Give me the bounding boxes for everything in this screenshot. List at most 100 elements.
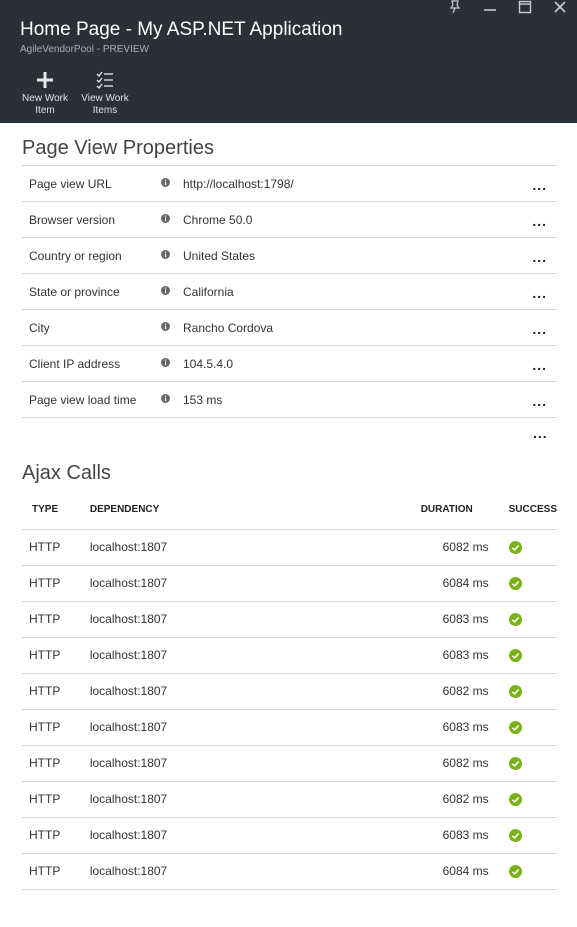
- cell-success: [488, 781, 557, 818]
- cell-success: [488, 565, 557, 602]
- close-button[interactable]: [542, 0, 577, 14]
- cell-success: [488, 745, 557, 782]
- property-more-button[interactable]: ...: [532, 250, 547, 264]
- column-header-duration[interactable]: DURATION: [388, 491, 489, 530]
- property-row: City Rancho Cordova...: [22, 310, 557, 346]
- table-row[interactable]: HTTP localhost:1807 6083 ms: [22, 637, 557, 674]
- success-check-icon: [508, 541, 522, 555]
- cell-success: [488, 853, 557, 890]
- property-name: Page view load time: [29, 393, 137, 407]
- property-name: Page view URL: [29, 177, 112, 191]
- cell-type: HTTP: [22, 817, 90, 854]
- ajax-calls-table: TYPE DEPENDENCY DURATION SUCCESS HTTP loc…: [22, 491, 557, 890]
- column-header-dependency[interactable]: DEPENDENCY: [89, 491, 389, 530]
- cell-success: [488, 601, 557, 638]
- cell-type: HTTP: [22, 745, 90, 782]
- property-value: United States: [183, 249, 256, 263]
- property-more-button[interactable]: ...: [532, 322, 547, 336]
- property-more-button[interactable]: ...: [532, 286, 547, 300]
- cell-dependency: localhost:1807: [89, 745, 389, 782]
- page-view-properties-list: Page view URL http://localhost:1798/... Br…: [22, 165, 557, 418]
- plus-icon: [37, 72, 53, 88]
- cell-duration: 6083 ms: [388, 637, 489, 674]
- cell-dependency: localhost:1807: [89, 673, 389, 710]
- cell-dependency: localhost:1807: [89, 781, 389, 818]
- info-icon[interactable]: [161, 286, 170, 295]
- info-icon[interactable]: [161, 394, 170, 403]
- table-row[interactable]: HTTP localhost:1807 6082 ms: [22, 745, 557, 782]
- ajax-header-row: TYPE DEPENDENCY DURATION SUCCESS: [22, 491, 557, 530]
- maximize-button[interactable]: [507, 0, 542, 14]
- window-controls: [437, 0, 577, 14]
- maximize-icon: [518, 0, 531, 14]
- table-row[interactable]: HTTP localhost:1807 6083 ms: [22, 601, 557, 638]
- property-name: State or province: [29, 285, 120, 299]
- success-check-icon: [508, 865, 522, 879]
- cell-success: [488, 637, 557, 674]
- minimize-button[interactable]: [472, 0, 507, 14]
- success-check-icon: [508, 685, 522, 699]
- page-view-more-button[interactable]: ...: [533, 426, 548, 440]
- table-row[interactable]: HTTP localhost:1807 6084 ms: [22, 853, 557, 890]
- table-row[interactable]: HTTP localhost:1807 6083 ms: [22, 709, 557, 746]
- pin-button[interactable]: [437, 0, 472, 14]
- new-work-item-button[interactable]: New Work Item: [15, 70, 75, 117]
- blade-header: Home Page - My ASP.NET Application Agile…: [0, 0, 577, 123]
- ajax-calls-body: HTTP localhost:1807 6082 ms HTTP localhost:1…: [22, 529, 557, 890]
- cell-success: [488, 529, 557, 566]
- view-work-items-button[interactable]: View Work Items: [75, 70, 135, 117]
- property-row: Page view URL http://localhost:1798/...: [22, 166, 557, 202]
- property-value: 104.5.4.0: [183, 357, 234, 371]
- table-row[interactable]: HTTP localhost:1807 6083 ms: [22, 817, 557, 854]
- cell-dependency: localhost:1807: [89, 817, 389, 854]
- ajax-calls-title: Ajax Calls: [22, 462, 111, 484]
- cell-type: HTTP: [22, 781, 90, 818]
- cell-dependency: localhost:1807: [89, 565, 389, 602]
- info-icon[interactable]: [161, 322, 170, 331]
- property-more-button[interactable]: ...: [532, 178, 547, 192]
- property-value: 153 ms: [183, 393, 223, 407]
- cell-dependency: localhost:1807: [89, 709, 389, 746]
- success-check-icon: [508, 577, 522, 591]
- cell-success: [488, 709, 557, 746]
- property-row: Browser version Chrome 50.0...: [22, 202, 557, 238]
- property-more-button[interactable]: ...: [532, 394, 547, 408]
- table-row[interactable]: HTTP localhost:1807 6082 ms: [22, 673, 557, 710]
- property-value: http://localhost:1798/: [183, 177, 294, 191]
- success-check-icon: [508, 793, 522, 807]
- cell-type: HTTP: [22, 565, 90, 602]
- success-check-icon: [508, 757, 522, 771]
- cell-duration: 6084 ms: [388, 565, 489, 602]
- cell-type: HTTP: [22, 853, 90, 890]
- cell-type: HTTP: [22, 709, 90, 746]
- info-icon[interactable]: [161, 358, 170, 367]
- property-more-button[interactable]: ...: [532, 358, 547, 372]
- cell-duration: 6082 ms: [388, 781, 489, 818]
- column-header-type[interactable]: TYPE: [22, 491, 90, 530]
- success-check-icon: [508, 649, 522, 663]
- column-header-success[interactable]: SUCCESS: [488, 491, 557, 530]
- table-row[interactable]: HTTP localhost:1807 6084 ms: [22, 565, 557, 602]
- property-name: Country or region: [29, 249, 122, 263]
- info-icon[interactable]: [161, 250, 170, 259]
- cell-dependency: localhost:1807: [89, 601, 389, 638]
- pin-icon: [449, 0, 460, 14]
- cell-duration: 6083 ms: [388, 817, 489, 854]
- info-icon[interactable]: [161, 178, 170, 187]
- property-value: Rancho Cordova: [183, 321, 274, 335]
- view-work-items-label-line1: View Work: [81, 93, 129, 104]
- property-row: Country or region United States...: [22, 238, 557, 274]
- property-more-button[interactable]: ...: [532, 214, 547, 228]
- table-row[interactable]: HTTP localhost:1807 6082 ms: [22, 781, 557, 818]
- property-name: Browser version: [29, 213, 116, 227]
- success-check-icon: [508, 613, 522, 627]
- property-name: Client IP address: [29, 357, 121, 371]
- cell-duration: 6082 ms: [388, 673, 489, 710]
- minimize-icon: [483, 9, 496, 11]
- property-value: California: [183, 285, 234, 299]
- table-row[interactable]: HTTP localhost:1807 6082 ms: [22, 529, 557, 566]
- cell-dependency: localhost:1807: [89, 529, 389, 566]
- close-icon: [553, 1, 566, 13]
- property-value: Chrome 50.0: [183, 213, 253, 227]
- info-icon[interactable]: [161, 214, 170, 223]
